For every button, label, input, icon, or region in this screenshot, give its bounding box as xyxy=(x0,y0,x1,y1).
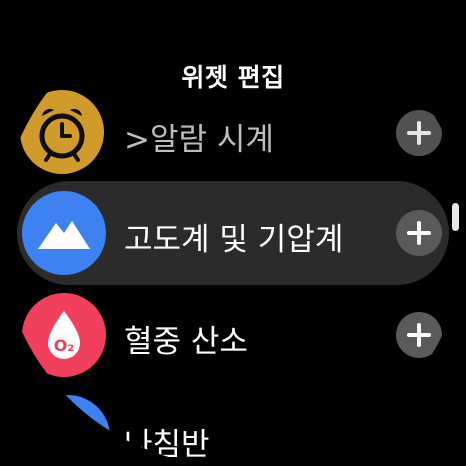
widget-label: 고도계 및 기압계 xyxy=(124,222,344,258)
svg-text:O₂: O₂ xyxy=(54,336,75,355)
widget-row-compass[interactable]: 나침반 xyxy=(0,385,466,466)
widget-label: 나침반 xyxy=(124,427,210,463)
add-alarm-clock-button[interactable] xyxy=(396,110,442,156)
widget-label: 혈중 산소 xyxy=(124,324,248,360)
mountain-icon xyxy=(22,191,106,275)
widget-row-blood-oxygen[interactable]: O₂ 혈중 산소 xyxy=(0,283,466,387)
add-altimeter-barometer-button[interactable] xyxy=(396,210,442,256)
page-title: 위젯 편집 xyxy=(181,63,285,92)
compass-icon xyxy=(26,395,110,466)
add-blood-oxygen-button[interactable] xyxy=(396,312,442,358)
alarm-clock-icon xyxy=(20,90,104,174)
blood-drop-o2-icon: O₂ xyxy=(22,293,106,377)
watch-screen: 위젯 편집 >알람 시계 고도계 및 기압계 O₂ 혈중 산소 나침반 xyxy=(0,0,466,466)
widget-row-alarm-clock[interactable]: >알람 시계 xyxy=(0,90,466,194)
scrollbar-thumb[interactable] xyxy=(452,203,459,231)
widget-label: >알람 시계 xyxy=(124,122,274,158)
widget-row-altimeter-barometer[interactable]: 고도계 및 기압계 xyxy=(0,181,466,285)
